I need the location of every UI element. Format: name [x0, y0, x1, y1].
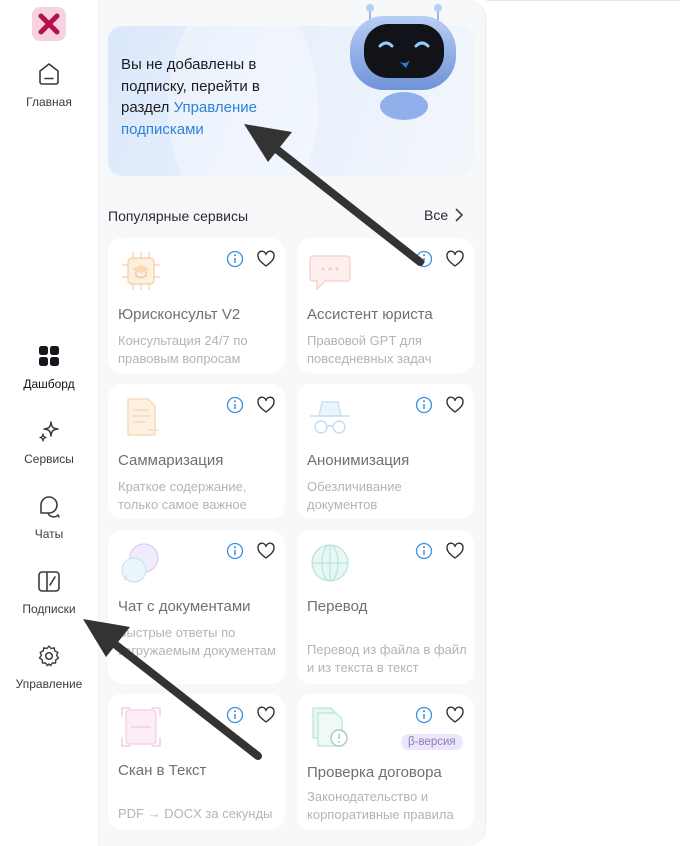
sidebar-item-dashboard[interactable]: Дашборд — [0, 343, 98, 391]
gear-icon — [38, 645, 60, 667]
service-description: Консультация 24/7 по правовым вопросам — [118, 333, 248, 366]
subscription-icon — [38, 571, 60, 592]
service-title: Саммаризация — [118, 452, 224, 469]
service-title: Перевод — [307, 598, 368, 615]
service-title: Чат с документами — [118, 598, 251, 615]
info-icon[interactable] — [226, 706, 244, 724]
globe-icon — [311, 544, 349, 582]
heart-icon[interactable] — [445, 706, 465, 724]
info-icon[interactable] — [415, 706, 433, 724]
logo-x-icon — [38, 13, 60, 35]
sidebar-item-label: Подписки — [22, 602, 76, 616]
heart-icon[interactable] — [445, 396, 465, 414]
beta-badge: β-версия — [401, 734, 463, 750]
app-logo[interactable] — [32, 7, 66, 41]
sidebar-item-subscriptions[interactable]: Подписки — [0, 568, 98, 616]
sidebar: Главная Дашборд Сервисы Чаты Подписки Уп… — [0, 0, 99, 846]
sparkle-icon — [39, 421, 59, 442]
heart-icon[interactable] — [445, 542, 465, 560]
service-description: Обезличивание документов — [307, 479, 402, 512]
divider — [486, 0, 680, 1]
chat-bubble-icon — [309, 255, 351, 291]
grid-icon — [39, 346, 59, 366]
chat-doc-icon — [121, 543, 159, 583]
service-card-legal-consultant[interactable]: Юрисконсульт V2 Консультация 24/7 по пра… — [108, 238, 285, 373]
service-title: Анонимизация — [307, 452, 410, 469]
heart-icon[interactable] — [256, 250, 276, 268]
info-icon[interactable] — [226, 396, 244, 414]
home-icon — [39, 63, 59, 85]
sidebar-item-label: Дашборд — [23, 377, 75, 391]
service-card-lawyer-assistant[interactable]: Ассистент юриста Правовой GPT для повсед… — [297, 238, 474, 373]
service-card-summarization[interactable]: Саммаризация Краткое содержание, только … — [108, 384, 285, 519]
service-description: Законодательство и корпоративные правила — [307, 789, 454, 822]
sidebar-item-label: Управление — [15, 677, 83, 691]
info-icon[interactable] — [415, 250, 433, 268]
service-description: Краткое содержание, только самое важное — [118, 479, 247, 512]
info-icon[interactable] — [226, 250, 244, 268]
sidebar-item-label: Главная — [26, 95, 72, 109]
incognito-icon — [310, 401, 350, 434]
service-card-translation[interactable]: Перевод Перевод из файла в файл и из тек… — [297, 530, 474, 684]
content-area — [486, 0, 680, 846]
sidebar-item-label: Чаты — [34, 527, 64, 541]
see-all-link[interactable]: Все — [424, 207, 464, 223]
info-icon[interactable] — [226, 542, 244, 560]
main-panel: Вы не добавлены в подписку, перейти в ра… — [99, 0, 486, 846]
service-title: Проверка договора — [307, 764, 442, 781]
service-description: Перевод из файла в файл и из текста в те… — [307, 642, 467, 675]
service-description: Правовой GPT для повседневных задач — [307, 333, 432, 366]
sidebar-item-home[interactable]: Главная — [0, 61, 98, 109]
section-title: Популярные сервисы — [108, 208, 249, 224]
service-title: Юрисконсульт V2 — [118, 306, 241, 323]
chat-icon — [40, 496, 60, 518]
service-card-document-chat[interactable]: Чат с документами Быстрые ответы по загр… — [108, 530, 285, 684]
service-card-scan-to-text[interactable]: Скан в Текст PDF → DOCX за секунды — [108, 694, 285, 830]
see-all-label: Все — [424, 207, 449, 223]
robot-mascot-icon — [350, 4, 456, 120]
sidebar-item-label: Сервисы — [24, 452, 74, 466]
sidebar-item-chats[interactable]: Чаты — [0, 493, 98, 541]
heart-icon[interactable] — [256, 542, 276, 560]
graduation-chip-icon — [122, 252, 160, 290]
service-description: Быстрые ответы по загружаемым документам — [118, 625, 276, 658]
service-title: Скан в Текст — [118, 762, 207, 779]
service-title: Ассистент юриста — [307, 306, 433, 323]
banner-message: Вы не добавлены в подписку, перейти в ра… — [121, 54, 293, 140]
service-card-contract-check[interactable]: β-версия Проверка договора Законодательс… — [297, 694, 474, 830]
contract-check-icon — [312, 707, 348, 747]
chevron-right-icon — [455, 208, 464, 222]
heart-icon[interactable] — [256, 396, 276, 414]
info-icon[interactable] — [415, 542, 433, 560]
heart-icon[interactable] — [256, 706, 276, 724]
sidebar-item-services[interactable]: Сервисы — [0, 418, 98, 466]
heart-icon[interactable] — [445, 250, 465, 268]
service-description: PDF → DOCX за секунды — [118, 806, 273, 821]
sidebar-item-management[interactable]: Управление — [0, 643, 98, 691]
info-icon[interactable] — [415, 396, 433, 414]
scan-icon — [121, 707, 161, 747]
document-icon — [127, 398, 159, 436]
service-card-anonymization[interactable]: Анонимизация Обезличивание документов — [297, 384, 474, 519]
